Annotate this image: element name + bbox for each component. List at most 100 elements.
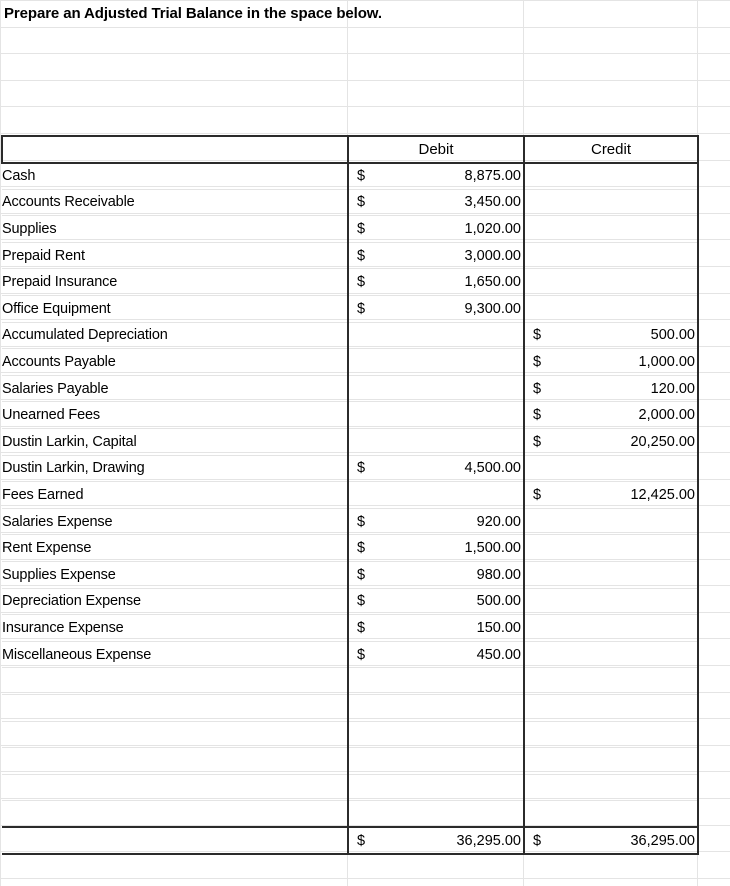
debit-amount-cell[interactable]: $4,500.00: [347, 455, 524, 483]
credit-amount-cell[interactable]: $500.00: [523, 322, 699, 350]
account-name-cell[interactable]: Unearned Fees: [2, 401, 348, 430]
totals-credit-cell: $ 36,295.00: [523, 826, 699, 856]
credit-amount-cell[interactable]: $12,425.00: [523, 481, 699, 509]
credit-amount-cell[interactable]: [523, 747, 699, 775]
debit-amount: 920.00: [476, 513, 521, 530]
table-row: Unearned Fees $2,000.00: [2, 401, 699, 430]
debit-amount-cell[interactable]: [347, 667, 524, 695]
credit-amount: 120.00: [650, 380, 695, 397]
credit-amount-cell[interactable]: [523, 588, 699, 616]
debit-amount-cell[interactable]: [347, 428, 524, 456]
credit-amount-cell[interactable]: $120.00: [523, 375, 699, 403]
debit-amount-cell[interactable]: [347, 348, 524, 376]
currency-symbol: $: [357, 300, 366, 317]
credit-amount-cell[interactable]: [523, 242, 699, 270]
debit-amount-cell[interactable]: $9,300.00: [347, 295, 524, 323]
debit-amount-cell[interactable]: $3,450.00: [347, 189, 524, 217]
credit-amount-cell[interactable]: [523, 295, 699, 323]
table-row: Accumulated Depreciation $500.00: [2, 322, 699, 350]
account-name-cell[interactable]: Insurance Expense: [2, 614, 348, 642]
worksheet-title-row: Prepare an Adjusted Trial Balance in the…: [0, 0, 730, 26]
debit-amount-cell[interactable]: $920.00: [347, 508, 524, 536]
account-name-cell[interactable]: Accounts Payable: [2, 348, 348, 376]
debit-amount-cell[interactable]: [347, 774, 524, 802]
debit-amount-cell[interactable]: [347, 322, 524, 350]
debit-amount-cell[interactable]: $1,650.00: [347, 268, 524, 297]
debit-amount-cell[interactable]: [347, 694, 524, 722]
account-name-cell[interactable]: [2, 800, 348, 828]
debit-amount-cell[interactable]: [347, 747, 524, 775]
gridline-horizontal: [0, 27, 730, 28]
credit-amount-cell[interactable]: [523, 694, 699, 722]
debit-amount-cell[interactable]: [347, 800, 524, 828]
account-name-cell[interactable]: Office Equipment: [2, 295, 348, 323]
currency-symbol: $: [533, 380, 542, 397]
credit-amount-cell[interactable]: [523, 268, 699, 297]
table-row: Prepaid Insurance $1,650.00: [2, 268, 699, 297]
debit-amount-cell[interactable]: $1,020.00: [347, 215, 524, 243]
account-name-cell[interactable]: Salaries Expense: [2, 508, 348, 536]
debit-amount-cell[interactable]: [347, 721, 524, 749]
account-name-cell[interactable]: Cash: [2, 162, 348, 190]
account-name-cell[interactable]: Prepaid Rent: [2, 242, 348, 270]
debit-amount-cell[interactable]: $8,875.00: [347, 162, 524, 190]
account-name-cell[interactable]: Supplies Expense: [2, 561, 348, 589]
table-row: Rent Expense $1,500.00: [2, 534, 699, 562]
credit-amount-cell[interactable]: [523, 455, 699, 483]
credit-amount-cell[interactable]: $1,000.00: [523, 348, 699, 376]
debit-amount-cell[interactable]: $150.00: [347, 614, 524, 642]
account-name-cell[interactable]: Miscellaneous Expense: [2, 641, 348, 669]
debit-amount-cell[interactable]: $1,500.00: [347, 534, 524, 562]
debit-amount: 3,450.00: [464, 194, 521, 211]
credit-amount-cell[interactable]: $20,250.00: [523, 428, 699, 456]
debit-amount-cell[interactable]: [347, 481, 524, 509]
credit-amount: 500.00: [650, 327, 695, 344]
account-name-cell[interactable]: Salaries Payable: [2, 375, 348, 403]
table-body: Cash $8,875.00 Accounts Receivable $3,450.0…: [2, 162, 699, 828]
account-name-cell[interactable]: Fees Earned: [2, 481, 348, 509]
account-name-cell[interactable]: Accounts Receivable: [2, 189, 348, 217]
credit-amount-cell[interactable]: [523, 721, 699, 749]
account-name-cell[interactable]: Depreciation Expense: [2, 588, 348, 616]
debit-amount-cell[interactable]: [347, 375, 524, 403]
table-row: [2, 800, 699, 828]
account-name-cell[interactable]: [2, 747, 348, 775]
account-name-cell[interactable]: [2, 774, 348, 802]
table-row: Dustin Larkin, Drawing $4,500.00: [2, 455, 699, 483]
account-name-cell[interactable]: [2, 667, 348, 695]
debit-amount: 450.00: [476, 646, 521, 663]
credit-amount-cell[interactable]: [523, 534, 699, 562]
account-name-cell[interactable]: Prepaid Insurance: [2, 268, 348, 297]
credit-amount: 1,000.00: [638, 354, 695, 371]
credit-amount-cell[interactable]: $2,000.00: [523, 401, 699, 430]
debit-amount-cell[interactable]: $500.00: [347, 588, 524, 616]
debit-amount-cell[interactable]: $450.00: [347, 641, 524, 669]
credit-amount-cell[interactable]: [523, 508, 699, 536]
debit-amount-cell[interactable]: $980.00: [347, 561, 524, 589]
debit-amount: 8,875.00: [464, 168, 521, 185]
worksheet-canvas: Prepare an Adjusted Trial Balance in the…: [0, 0, 730, 886]
debit-amount-cell[interactable]: $3,000.00: [347, 242, 524, 270]
adjusted-trial-balance-table: Debit Credit Cash $8,875.00 Accounts Recei…: [1, 135, 699, 856]
credit-amount-cell[interactable]: [523, 774, 699, 802]
credit-amount-cell[interactable]: [523, 800, 699, 828]
account-name-cell[interactable]: [2, 694, 348, 722]
credit-amount-cell[interactable]: [523, 561, 699, 589]
account-name-cell[interactable]: [2, 721, 348, 749]
credit-amount-cell[interactable]: [523, 215, 699, 243]
table-row: Office Equipment $9,300.00: [2, 295, 699, 323]
credit-amount-cell[interactable]: [523, 189, 699, 217]
account-name-cell[interactable]: Accumulated Depreciation: [2, 322, 348, 350]
currency-symbol: $: [357, 274, 366, 291]
credit-amount-cell[interactable]: [523, 162, 699, 190]
currency-symbol: $: [357, 646, 366, 663]
account-name-cell[interactable]: Supplies: [2, 215, 348, 243]
account-name-cell[interactable]: Dustin Larkin, Capital: [2, 428, 348, 456]
credit-amount-cell[interactable]: [523, 614, 699, 642]
debit-amount-cell[interactable]: [347, 401, 524, 430]
table-row: Cash $8,875.00: [2, 162, 699, 190]
credit-amount-cell[interactable]: [523, 667, 699, 695]
account-name-cell[interactable]: Rent Expense: [2, 534, 348, 562]
credit-amount-cell[interactable]: [523, 641, 699, 669]
account-name-cell[interactable]: Dustin Larkin, Drawing: [2, 455, 348, 483]
